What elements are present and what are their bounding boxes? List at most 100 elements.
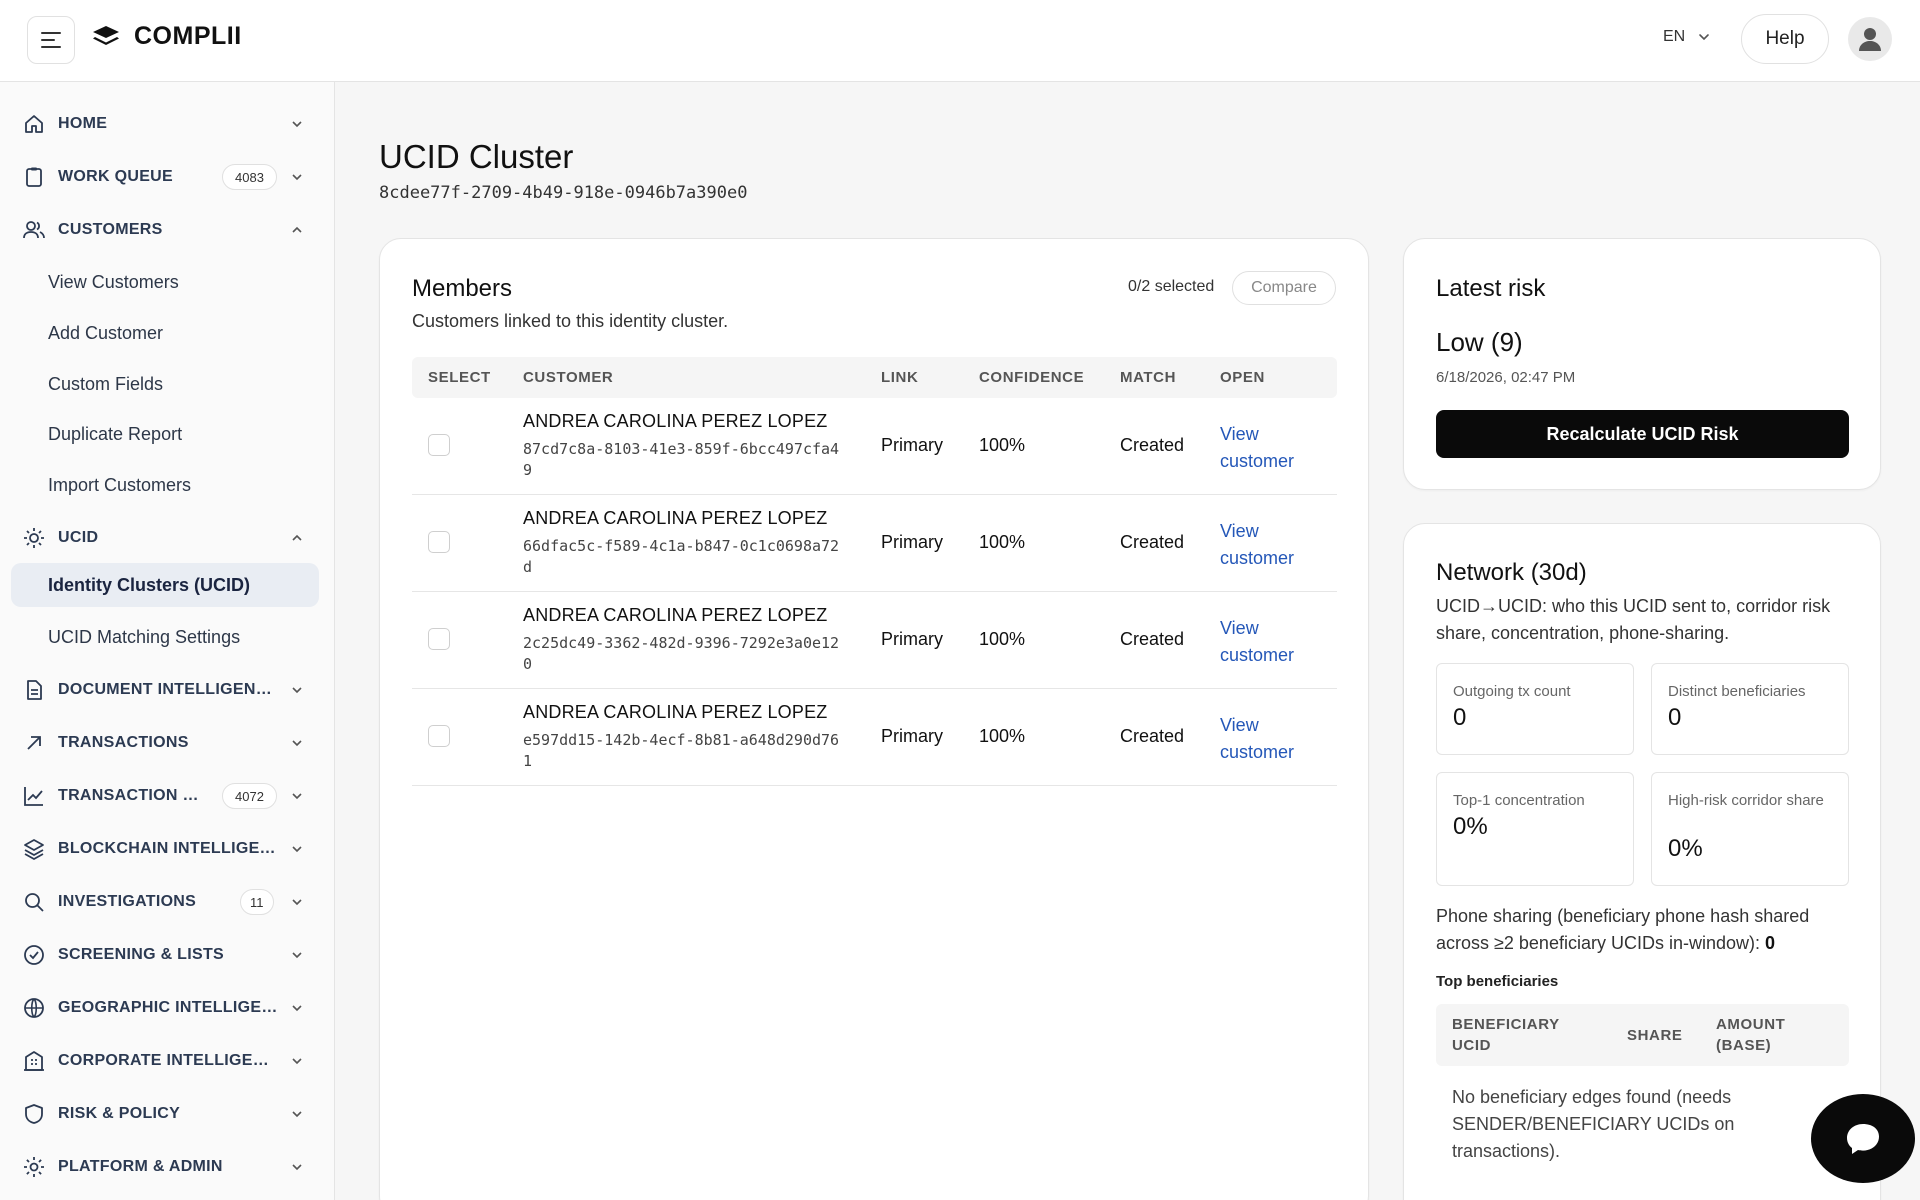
- customer-name: ANDREA CAROLINA PEREZ LOPEZ: [523, 411, 828, 431]
- sidebar-item-transaction-monitoring[interactable]: TRANSACTION M… 4072: [0, 774, 335, 818]
- brand-logo[interactable]: COMPLII: [92, 22, 242, 51]
- risk-timestamp: 6/18/2026, 02:47 PM: [1436, 369, 1576, 386]
- shield-icon: [25, 1104, 43, 1124]
- members-table-header: SELECT CUSTOMER LINK CONFIDENCE MATCH OP…: [412, 357, 1337, 398]
- confidence: 100%: [979, 726, 1026, 746]
- user-avatar[interactable]: [1848, 17, 1892, 61]
- table-row: ANDREA CAROLINA PEREZ LOPEZ e597dd15-142…: [412, 689, 1337, 786]
- sidebar-subitem-view-customers[interactable]: View Customers: [11, 260, 319, 304]
- sidebar-subitem-import-customers[interactable]: Import Customers: [11, 463, 319, 507]
- sidebar-item-home[interactable]: HOME: [0, 102, 335, 146]
- match-status: Created: [1120, 629, 1185, 649]
- table-row: ANDREA CAROLINA PEREZ LOPEZ 66dfac5c-f58…: [412, 495, 1337, 592]
- sidebar-subitem-custom-fields[interactable]: Custom Fields: [11, 362, 319, 406]
- page-title: UCID Cluster: [379, 138, 574, 175]
- gear-icon: [24, 1157, 44, 1177]
- sidebar-label: GEOGRAPHIC INTELLIGE…: [58, 999, 278, 1016]
- network-title: Network (30d): [1436, 559, 1587, 586]
- link-type: Primary: [881, 532, 943, 552]
- customer-id: 87cd7c8a-8103-41e3-859f-6bcc497cfa49: [523, 440, 840, 479]
- customer-id: 66dfac5c-f589-4c1a-b847-0c1c0698a72d: [523, 537, 840, 576]
- chevron-down-icon: [292, 846, 302, 853]
- risk-value: Low (9): [1436, 327, 1523, 357]
- chat-bubble-icon: [1847, 1123, 1879, 1154]
- latest-risk-card: Latest risk Low (9) 6/18/2026, 02:47 PM …: [1403, 238, 1881, 490]
- sidebar-item-work-queue[interactable]: WORK QUEUE 4083: [0, 155, 335, 199]
- row-checkbox[interactable]: [428, 531, 450, 553]
- sun-icon: [24, 528, 44, 548]
- sidebar-label: WORK QUEUE: [58, 168, 173, 185]
- check-circle-icon: [24, 945, 44, 965]
- sidebar-item-investigations[interactable]: INVESTIGATIONS 11: [0, 880, 335, 924]
- stat-value: 0: [1453, 704, 1467, 731]
- link-type: Primary: [881, 435, 943, 455]
- chevron-up-icon: [292, 534, 302, 541]
- chat-button[interactable]: [1811, 1094, 1915, 1183]
- view-customer-link[interactable]: View customer: [1220, 615, 1320, 669]
- sidebar-item-screening-lists[interactable]: SCREENING & LISTS: [0, 933, 335, 977]
- link-type: Primary: [881, 726, 943, 746]
- help-button[interactable]: Help: [1741, 14, 1829, 64]
- match-status: Created: [1120, 435, 1185, 455]
- sidebar-item-risk-policy[interactable]: RISK & POLICY: [0, 1092, 335, 1136]
- stat-label: High-risk corridor share: [1668, 792, 1824, 809]
- beneficiaries-empty-message: No beneficiary edges found (needs SENDER…: [1452, 1087, 1735, 1161]
- sidebar-label: INVESTIGATIONS: [58, 893, 197, 910]
- column-header: SHARE: [1627, 1027, 1683, 1044]
- stat-distinct-beneficiaries: Distinct beneficiaries 0: [1651, 663, 1849, 755]
- match-status: Created: [1120, 532, 1185, 552]
- confidence: 100%: [979, 629, 1026, 649]
- confidence: 100%: [979, 532, 1026, 552]
- risk-title: Latest risk: [1436, 275, 1546, 302]
- chevron-down-icon: [1699, 34, 1710, 41]
- language-select[interactable]: EN: [1663, 28, 1711, 46]
- sidebar-subitem-identity-clusters[interactable]: Identity Clusters (UCID): [11, 563, 319, 607]
- chevron-down-icon: [292, 1058, 302, 1065]
- row-checkbox[interactable]: [428, 628, 450, 650]
- chevron-down-icon: [292, 1005, 302, 1012]
- top-header: COMPLII EN Help: [0, 0, 1920, 82]
- column-header: CUSTOMER: [523, 369, 614, 386]
- row-checkbox[interactable]: [428, 434, 450, 456]
- menu-toggle-button[interactable]: [27, 16, 75, 64]
- customer-id: 2c25dc49-3362-482d-9396-7292e3a0e120: [523, 634, 840, 673]
- sidebar-subitem-ucid-matching-settings[interactable]: UCID Matching Settings: [11, 615, 319, 659]
- sidebar-subitem-add-customer[interactable]: Add Customer: [11, 311, 319, 355]
- document-icon: [27, 680, 42, 700]
- sidebar-item-document-intelligence[interactable]: DOCUMENT INTELLIGENCE: [0, 668, 335, 712]
- sidebar-item-blockchain-intelligence[interactable]: BLOCKCHAIN INTELLIGEN…: [0, 827, 335, 871]
- stat-value: 0: [1668, 704, 1682, 731]
- compare-button[interactable]: Compare: [1232, 271, 1336, 305]
- view-customer-link[interactable]: View customer: [1220, 518, 1320, 572]
- stat-value: 0%: [1453, 813, 1488, 840]
- count-badge: 4072: [222, 783, 277, 809]
- link-type: Primary: [881, 629, 943, 649]
- sidebar-item-corporate-intelligence[interactable]: CORPORATE INTELLIGEN…: [0, 1039, 335, 1083]
- sidebar-label: CORPORATE INTELLIGEN…: [58, 1052, 278, 1069]
- line-chart-icon: [24, 787, 43, 806]
- customer-name: ANDREA CAROLINA PEREZ LOPEZ: [523, 508, 828, 528]
- sidebar-subitem-duplicate-report[interactable]: Duplicate Report: [11, 412, 319, 456]
- sidebar-item-customers[interactable]: CUSTOMERS: [0, 208, 335, 252]
- view-customer-link[interactable]: View customer: [1220, 712, 1320, 766]
- chevron-down-icon: [292, 174, 302, 181]
- chevron-down-icon: [292, 740, 302, 747]
- stat-top1-concentration: Top-1 concentration 0%: [1436, 772, 1634, 886]
- row-checkbox[interactable]: [428, 725, 450, 747]
- sidebar-item-ucid[interactable]: UCID: [0, 516, 335, 560]
- brand-name: COMPLII: [134, 22, 242, 50]
- count-badge: 11: [240, 889, 274, 915]
- selected-count: 0/2 selected: [1128, 278, 1215, 295]
- recalculate-risk-button[interactable]: Recalculate UCID Risk: [1436, 410, 1849, 458]
- layers-icon: [24, 839, 44, 861]
- sidebar-item-geographic-intelligence[interactable]: GEOGRAPHIC INTELLIGE…: [0, 986, 335, 1030]
- sidebar-item-transactions[interactable]: TRANSACTIONS: [0, 721, 335, 765]
- search-icon: [25, 893, 44, 912]
- table-row: ANDREA CAROLINA PEREZ LOPEZ 2c25dc49-336…: [412, 592, 1337, 689]
- members-subtitle: Customers linked to this identity cluste…: [412, 311, 729, 331]
- chevron-down-icon: [292, 952, 302, 959]
- view-customer-link[interactable]: View customer: [1220, 421, 1320, 475]
- members-title: Members: [412, 275, 513, 302]
- sidebar-item-platform-admin[interactable]: PLATFORM & ADMIN: [0, 1145, 335, 1189]
- sidebar-label: HOME: [58, 115, 108, 132]
